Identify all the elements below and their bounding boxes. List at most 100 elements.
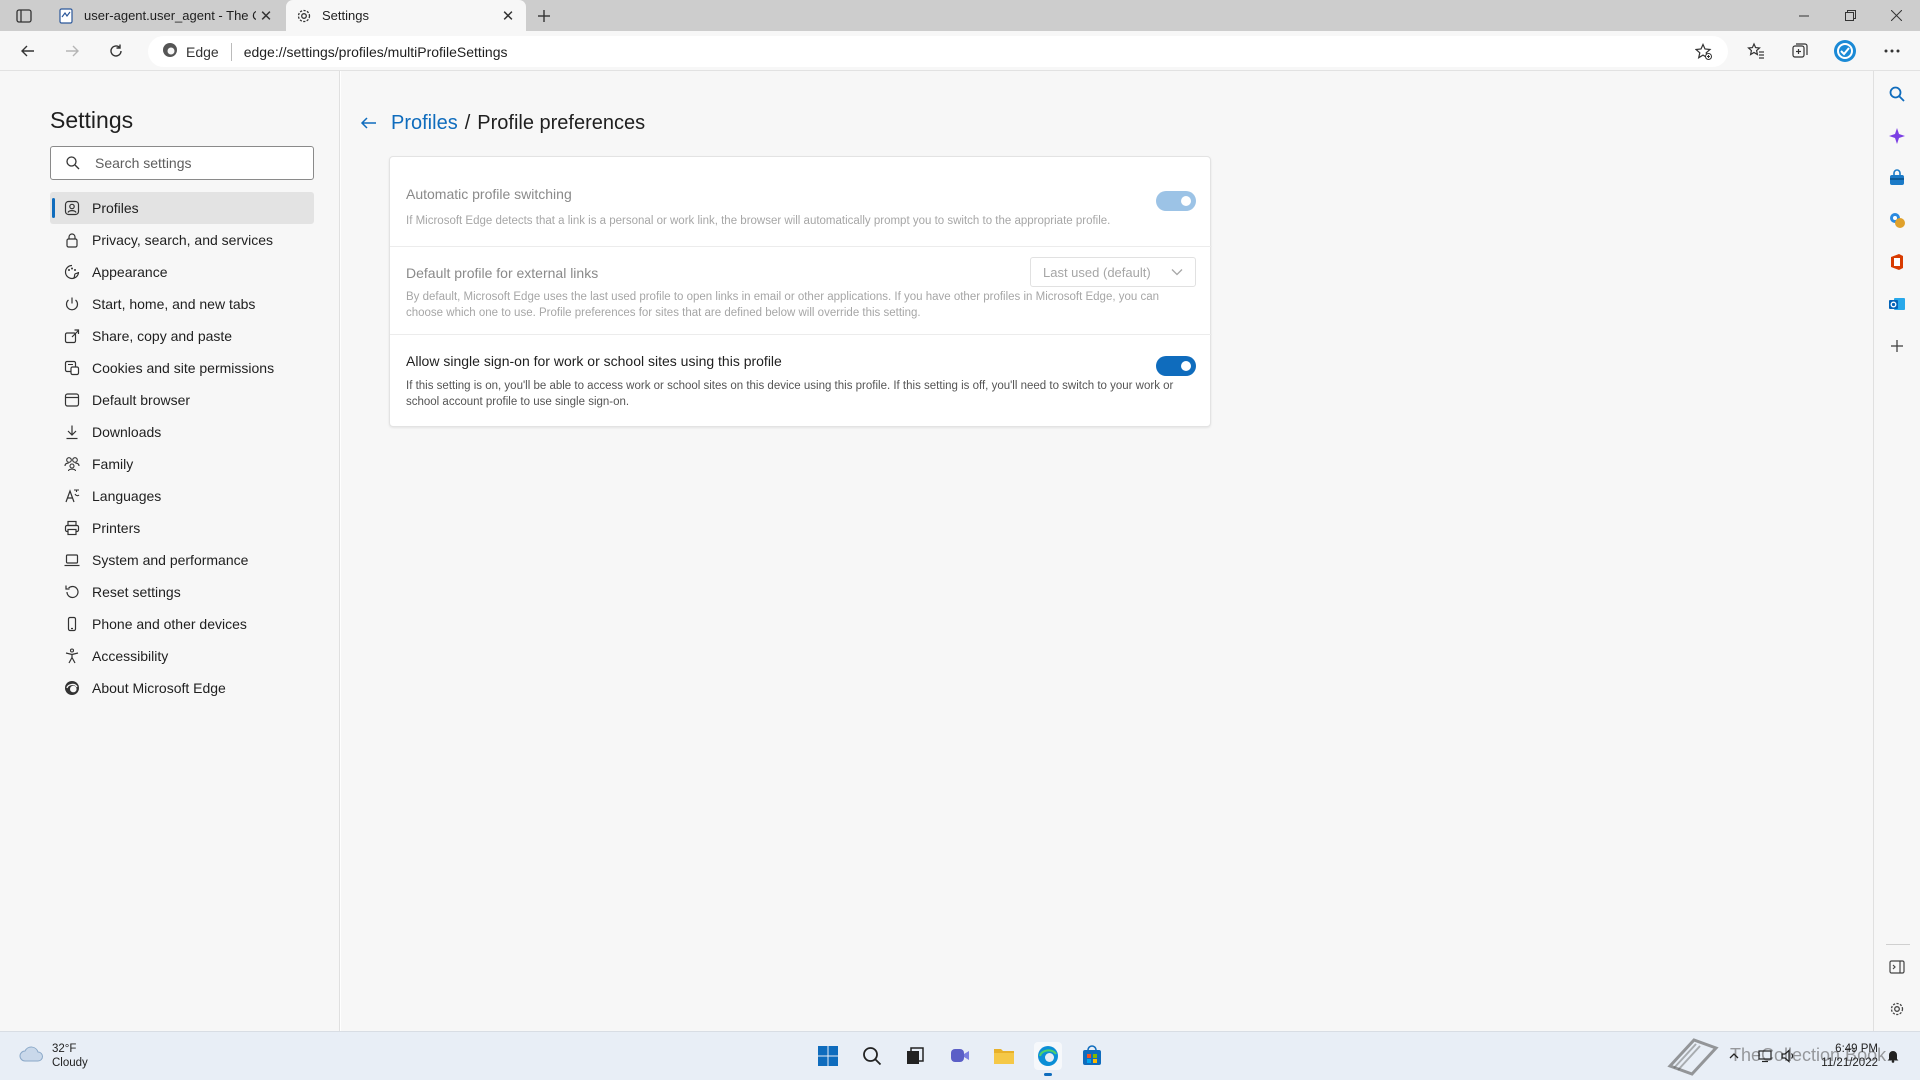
favorites-button[interactable] bbox=[1742, 37, 1770, 65]
search-settings-box[interactable] bbox=[50, 146, 314, 180]
sidebar-item-languages[interactable]: Languages bbox=[50, 480, 314, 512]
start-button[interactable] bbox=[814, 1042, 842, 1070]
power-icon bbox=[64, 296, 80, 312]
sidebar-item-share-copy[interactable]: Share, copy and paste bbox=[50, 320, 314, 352]
laptop-icon bbox=[64, 552, 80, 568]
network-icon[interactable] bbox=[1756, 1042, 1774, 1070]
tab-actions-icon[interactable] bbox=[14, 7, 34, 25]
new-tab-button[interactable] bbox=[532, 4, 556, 28]
document-tab-icon bbox=[58, 7, 74, 24]
office-icon[interactable] bbox=[1885, 250, 1909, 274]
close-icon[interactable]: ✕ bbox=[498, 6, 518, 26]
url-text[interactable]: edge://settings/profiles/multiProfileSet… bbox=[244, 44, 508, 60]
sidebar-item-reset[interactable]: Reset settings bbox=[50, 576, 314, 608]
shopping-icon[interactable] bbox=[1885, 166, 1909, 190]
task-view-icon[interactable] bbox=[901, 1042, 929, 1070]
sidebar-item-downloads[interactable]: Downloads bbox=[50, 416, 314, 448]
browser-icon bbox=[64, 392, 80, 408]
sidebar-item-label: About Microsoft Edge bbox=[92, 680, 226, 696]
tab-user-agent[interactable]: user-agent.user_agent - The Coll ✕ bbox=[48, 0, 284, 31]
games-icon[interactable] bbox=[1885, 208, 1909, 232]
add-sidebar-app-icon[interactable] bbox=[1885, 334, 1909, 358]
sidebar-item-appearance[interactable]: Appearance bbox=[50, 256, 314, 288]
outlook-icon[interactable] bbox=[1885, 292, 1909, 316]
chat-icon[interactable] bbox=[946, 1042, 974, 1070]
share-icon bbox=[64, 328, 80, 344]
back-button[interactable] bbox=[14, 37, 42, 65]
sidebar-item-system[interactable]: System and performance bbox=[50, 544, 314, 576]
edge-taskbar-icon[interactable] bbox=[1034, 1042, 1062, 1076]
sidebar-item-default-browser[interactable]: Default browser bbox=[50, 384, 314, 416]
sidebar-item-phone[interactable]: Phone and other devices bbox=[50, 608, 314, 640]
setting-row-automatic-profile-switching: Automatic profile switching If Microsoft… bbox=[390, 157, 1212, 247]
collections-button[interactable] bbox=[1786, 37, 1814, 65]
weather-condition: Cloudy bbox=[52, 1057, 88, 1069]
windows-taskbar: 32°F Cloudy TheCollection Book 6:49 PM 1… bbox=[0, 1031, 1920, 1080]
restore-button[interactable] bbox=[1827, 0, 1873, 31]
accessibility-icon bbox=[64, 648, 80, 664]
sidebar-divider bbox=[1886, 944, 1910, 945]
default-profile-dropdown[interactable]: Last used (default) bbox=[1030, 257, 1196, 287]
single-sign-on-toggle[interactable] bbox=[1156, 356, 1196, 376]
weather-text: 32°F Cloudy bbox=[52, 1042, 88, 1070]
profile-avatar[interactable] bbox=[1831, 37, 1859, 65]
breadcrumb-separator: / bbox=[464, 111, 471, 134]
close-window-button[interactable] bbox=[1873, 0, 1919, 31]
notification-bell-icon[interactable] bbox=[1884, 1042, 1902, 1070]
gear-icon bbox=[296, 8, 312, 24]
sidebar-item-label: Appearance bbox=[92, 264, 168, 280]
add-favorite-icon[interactable] bbox=[1694, 42, 1714, 62]
nav-list: Profiles Privacy, search, and services A… bbox=[50, 192, 314, 704]
settings-content: Profiles / Profile preferences Automatic… bbox=[341, 71, 1873, 1031]
sidebar-item-start-home[interactable]: Start, home, and new tabs bbox=[50, 288, 314, 320]
search-icon[interactable] bbox=[1885, 82, 1909, 106]
sidebar-item-label: Profiles bbox=[92, 200, 139, 216]
tab-settings[interactable]: Settings ✕ bbox=[286, 0, 526, 31]
sidebar-item-label: Accessibility bbox=[92, 648, 169, 664]
printer-icon bbox=[64, 520, 80, 536]
more-menu-icon[interactable] bbox=[1878, 37, 1906, 65]
setting-description: If this setting is on, you'll be able to… bbox=[406, 380, 1174, 408]
sidebar-item-label: Start, home, and new tabs bbox=[92, 296, 256, 312]
sidebar-item-profiles[interactable]: Profiles bbox=[50, 192, 314, 224]
sidebar-settings-gear-icon[interactable] bbox=[1885, 997, 1909, 1021]
sidebar-item-family[interactable]: Family bbox=[50, 448, 314, 480]
weather-widget[interactable]: 32°F Cloudy bbox=[18, 1042, 88, 1070]
tab-title: Settings bbox=[322, 8, 369, 23]
sidebar-item-accessibility[interactable]: Accessibility bbox=[50, 640, 314, 672]
sidebar-item-label: Cookies and site permissions bbox=[92, 360, 275, 376]
taskbar-search-icon[interactable] bbox=[858, 1042, 886, 1070]
browser-toolbar: Edge edge://settings/profiles/multiProfi… bbox=[0, 31, 1920, 71]
tab-title: user-agent.user_agent - The Coll bbox=[84, 8, 256, 23]
file-explorer-icon[interactable] bbox=[990, 1042, 1018, 1070]
address-bar[interactable]: Edge edge://settings/profiles/multiProfi… bbox=[148, 36, 1728, 67]
brand-label: Edge bbox=[186, 43, 219, 60]
setting-row-single-sign-on: Allow single sign-on for work or school … bbox=[390, 335, 1212, 428]
sidebar-item-label: Share, copy and paste bbox=[92, 328, 233, 344]
sidebar-item-cookies[interactable]: Cookies and site permissions bbox=[50, 352, 314, 384]
store-icon[interactable] bbox=[1078, 1042, 1106, 1070]
sidebar-item-about[interactable]: About Microsoft Edge bbox=[50, 672, 314, 704]
book-watermark-icon bbox=[1666, 1036, 1720, 1076]
profile-icon bbox=[64, 200, 80, 216]
setting-title: Automatic profile switching bbox=[406, 186, 572, 202]
refresh-button[interactable] bbox=[102, 37, 130, 65]
volume-icon[interactable] bbox=[1780, 1042, 1798, 1070]
discover-sparkle-icon[interactable] bbox=[1885, 124, 1909, 148]
tab-strip: user-agent.user_agent - The Coll ✕ Setti… bbox=[0, 0, 1920, 31]
sidebar-item-privacy[interactable]: Privacy, search, and services bbox=[50, 224, 314, 256]
close-icon[interactable]: ✕ bbox=[256, 6, 276, 26]
breadcrumb-profiles-link[interactable]: Profiles bbox=[391, 112, 458, 135]
show-hidden-icons-chevron-icon[interactable] bbox=[1726, 1042, 1742, 1070]
edge-brand: Edge bbox=[162, 42, 219, 61]
search-input[interactable] bbox=[95, 155, 295, 171]
hide-sidebar-icon[interactable] bbox=[1885, 955, 1909, 979]
forward-button[interactable] bbox=[58, 37, 86, 65]
automatic-switching-toggle[interactable] bbox=[1156, 191, 1196, 211]
back-arrow-icon[interactable] bbox=[357, 111, 381, 135]
clock-time: 6:49 PM bbox=[1835, 1043, 1878, 1055]
sidebar-item-label: Downloads bbox=[92, 424, 162, 440]
system-clock[interactable]: 6:49 PM 11/21/2022 bbox=[1812, 1042, 1878, 1070]
minimize-button[interactable] bbox=[1781, 0, 1827, 31]
sidebar-item-printers[interactable]: Printers bbox=[50, 512, 314, 544]
